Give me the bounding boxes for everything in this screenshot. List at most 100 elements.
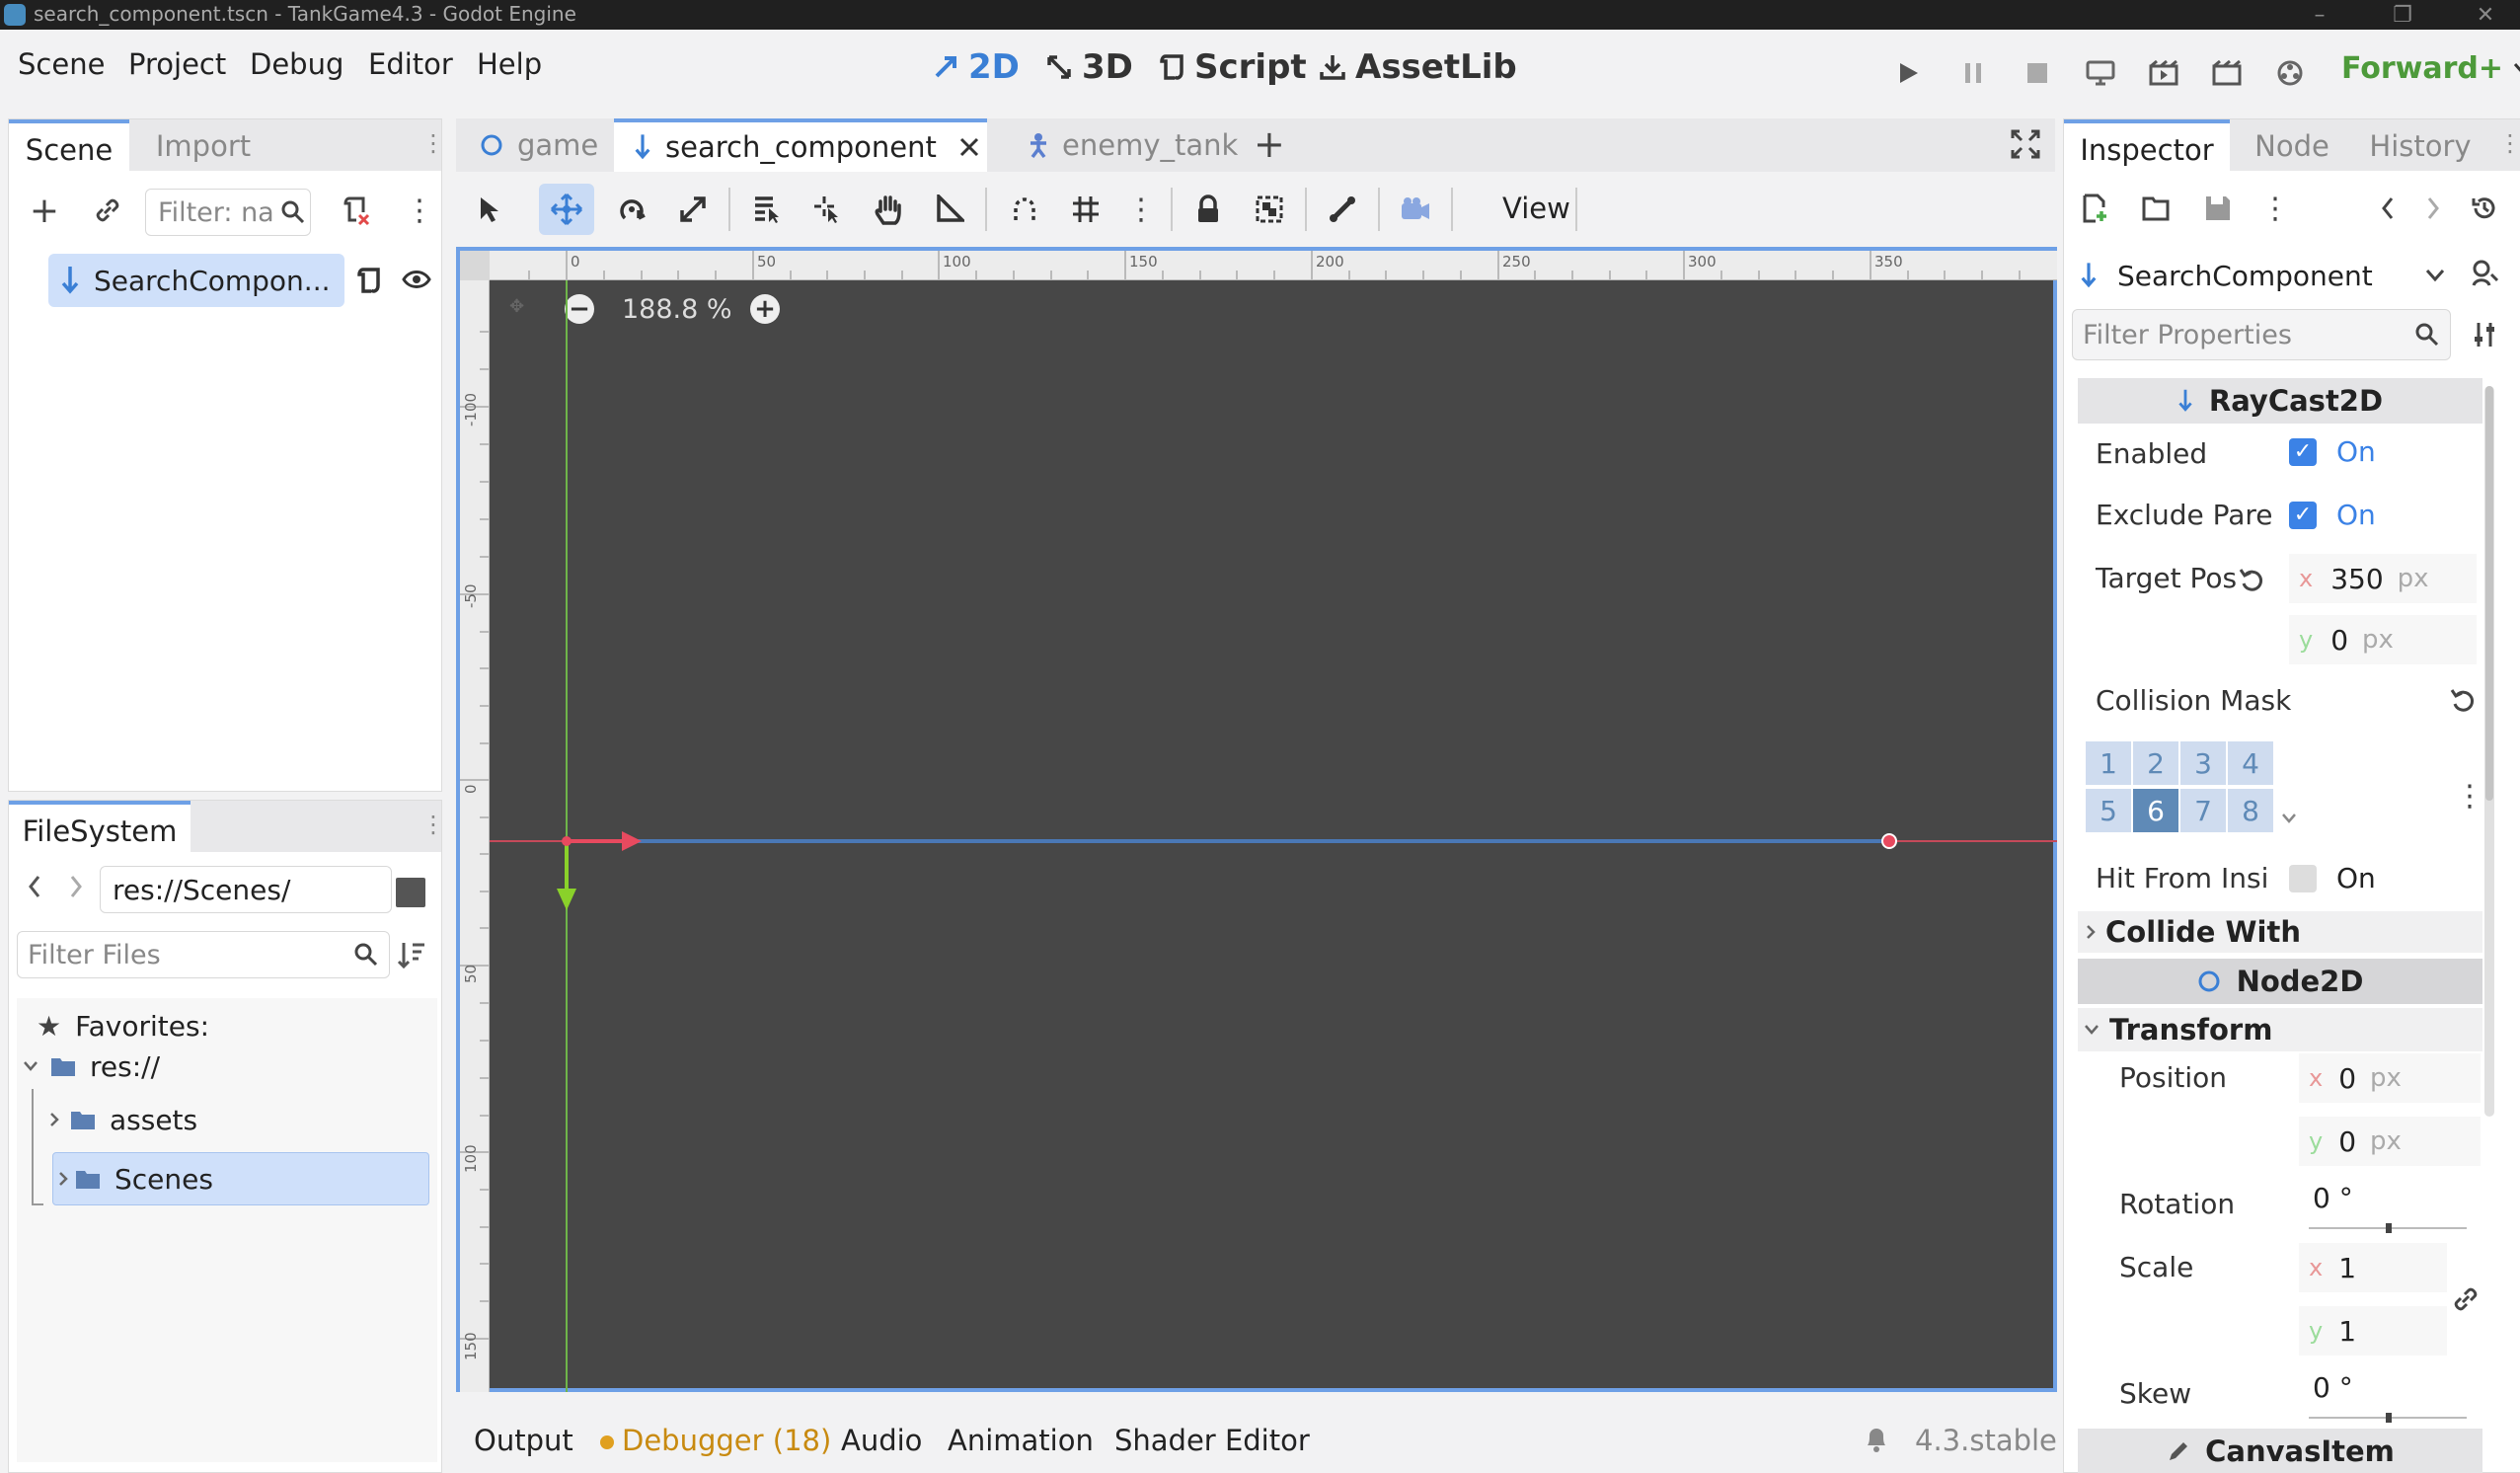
forward-arrow-icon[interactable] [68,874,84,899]
sort-icon[interactable] [396,939,427,970]
camera-override-icon[interactable] [1394,188,1437,231]
dock-menu-icon[interactable]: ⋮ [421,811,445,838]
node2d-section-header[interactable]: Node2D [2078,959,2482,1004]
filter-files-input[interactable]: Filter Files [17,931,390,978]
revert-icon[interactable] [2449,686,2477,714]
tab-game[interactable]: game [456,118,609,172]
workspace-script-button[interactable]: Script [1157,47,1307,87]
target-position-y-field[interactable]: y 0 px [2289,615,2477,664]
transform-section[interactable]: Transform [2078,1008,2482,1051]
menu-debug[interactable]: Debug [250,47,344,81]
tab-filesystem[interactable]: FileSystem [9,801,191,852]
collision-bit-4[interactable]: 4 [2228,741,2273,785]
path-input[interactable]: res://Scenes/ [100,866,392,913]
tree-favorites[interactable]: ★ Favorites: [37,1010,209,1043]
scale-y-field[interactable]: y 1 [2299,1306,2447,1356]
target-position-x-field[interactable]: x 350 px [2289,554,2477,603]
snap-options-icon[interactable]: ⋮ [1119,188,1163,231]
run-scene-icon[interactable] [2142,51,2185,95]
load-resource-icon[interactable] [2135,187,2178,230]
stop-icon[interactable] [2016,51,2059,95]
rotate-mode-icon[interactable] [610,188,653,231]
collision-bit-5[interactable]: 5 [2086,789,2131,832]
tab-audio[interactable]: Audio [841,1424,922,1457]
recent-history-icon[interactable] [2463,187,2506,230]
new-tab-icon[interactable]: + [1254,122,1285,166]
lock-icon[interactable] [1186,188,1230,231]
tree-folder-assets[interactable]: assets [46,1097,197,1142]
chevron-down-icon[interactable] [2281,813,2297,824]
collision-bit-1[interactable]: 1 [2086,741,2131,785]
object-selector[interactable]: SearchComponent [2074,248,2449,303]
visibility-eye-icon[interactable] [402,268,431,291]
collide-with-section[interactable]: Collide With [2078,911,2482,953]
scrollbar-thumb[interactable] [2485,386,2493,801]
position-y-field[interactable]: y 0 px [2299,1117,2481,1166]
menu-editor[interactable]: Editor [368,47,453,81]
exclude-parent-checkbox[interactable]: ✓ On [2289,499,2376,531]
workspace-2d-button[interactable]: 2D [931,47,1020,87]
back-arrow-icon[interactable] [27,874,42,899]
collision-bit-3[interactable]: 3 [2180,741,2226,785]
bones-icon[interactable] [1321,188,1364,231]
collision-bit-8[interactable]: 8 [2228,789,2273,832]
list-select-icon[interactable] [744,188,788,231]
layers-menu-icon[interactable]: ⋮ [2455,779,2484,814]
workspace-3d-button[interactable]: 3D [1044,47,1133,87]
position-x-field[interactable]: x 0 px [2299,1053,2481,1103]
tab-search-component[interactable]: search_component [614,118,987,172]
run-custom-scene-icon[interactable] [2205,51,2249,95]
tree-folder-scenes[interactable]: Scenes [52,1152,429,1205]
tree-item-search-component[interactable]: SearchCompon... [48,254,344,307]
minimize-icon[interactable]: – [2290,0,2349,30]
collision-bit-6[interactable]: 6 [2133,789,2178,832]
group-icon[interactable] [1248,188,1291,231]
new-resource-icon[interactable] [2074,187,2117,230]
tree-res-root[interactable]: res:// [21,1044,160,1089]
script-attached-icon[interactable] [354,266,384,295]
split-view-icon[interactable] [396,878,425,907]
workspace-assetlib-button[interactable]: AssetLib [1318,47,1517,87]
tab-import[interactable]: Import [149,119,258,171]
renderer-select[interactable]: Forward+ [2341,51,2520,86]
dock-menu-icon[interactable]: ⋮ [2498,129,2520,157]
save-resource-icon[interactable] [2196,187,2240,230]
close-tab-icon[interactable] [958,136,980,158]
tab-debugger[interactable]: Debugger (18) [622,1424,831,1457]
scene-filter-input[interactable]: Filter: na [145,189,311,236]
link-icon[interactable] [2451,1284,2481,1314]
add-node-icon[interactable]: + [23,189,66,232]
pivot-icon[interactable] [805,188,849,231]
notification-bell-icon[interactable] [1864,1426,1889,1453]
tab-scene[interactable]: Scene [9,119,129,171]
menu-project[interactable]: Project [128,47,226,81]
slider-grabber[interactable] [2386,1223,2392,1233]
inspector-scrollbar[interactable] [2484,386,2494,1117]
collision-bit-7[interactable]: 7 [2180,789,2226,832]
revert-icon[interactable] [2238,566,2265,593]
scale-mode-icon[interactable] [671,188,715,231]
pause-icon[interactable] [1951,51,1995,95]
tab-output[interactable]: Output [474,1424,573,1457]
tab-animation[interactable]: Animation [948,1424,1094,1457]
filter-properties-input[interactable]: Filter Properties [2072,309,2451,360]
view-menu-button[interactable]: View [1502,192,1570,225]
menu-help[interactable]: Help [477,47,542,81]
rotation-slider[interactable]: 0 ° [2299,1178,2481,1233]
object-tools-icon[interactable] [2463,252,2506,295]
maximize-icon[interactable]: ❐ [2373,0,2432,30]
canvasitem-section-header[interactable]: CanvasItem [2078,1429,2482,1473]
remote-deploy-icon[interactable] [2079,51,2122,95]
raycast2d-section-header[interactable]: RayCast2D [2078,378,2482,424]
distraction-free-icon[interactable] [2010,128,2041,160]
scale-x-field[interactable]: x 1 [2299,1243,2447,1292]
property-settings-icon[interactable] [2463,313,2506,356]
dock-menu-icon[interactable]: ⋮ [421,129,445,157]
canvas-viewport[interactable]: 0 50 100 150 200 250 300 350 -100 -50 0 … [456,247,2057,1392]
close-window-icon[interactable]: ✕ [2456,0,2515,30]
ruler-icon[interactable] [928,188,971,231]
scene-options-icon[interactable]: ⋮ [398,189,441,232]
instance-scene-icon[interactable] [86,189,129,232]
skew-slider[interactable]: 0 ° [2299,1367,2481,1423]
tab-history[interactable]: History [2356,119,2484,171]
